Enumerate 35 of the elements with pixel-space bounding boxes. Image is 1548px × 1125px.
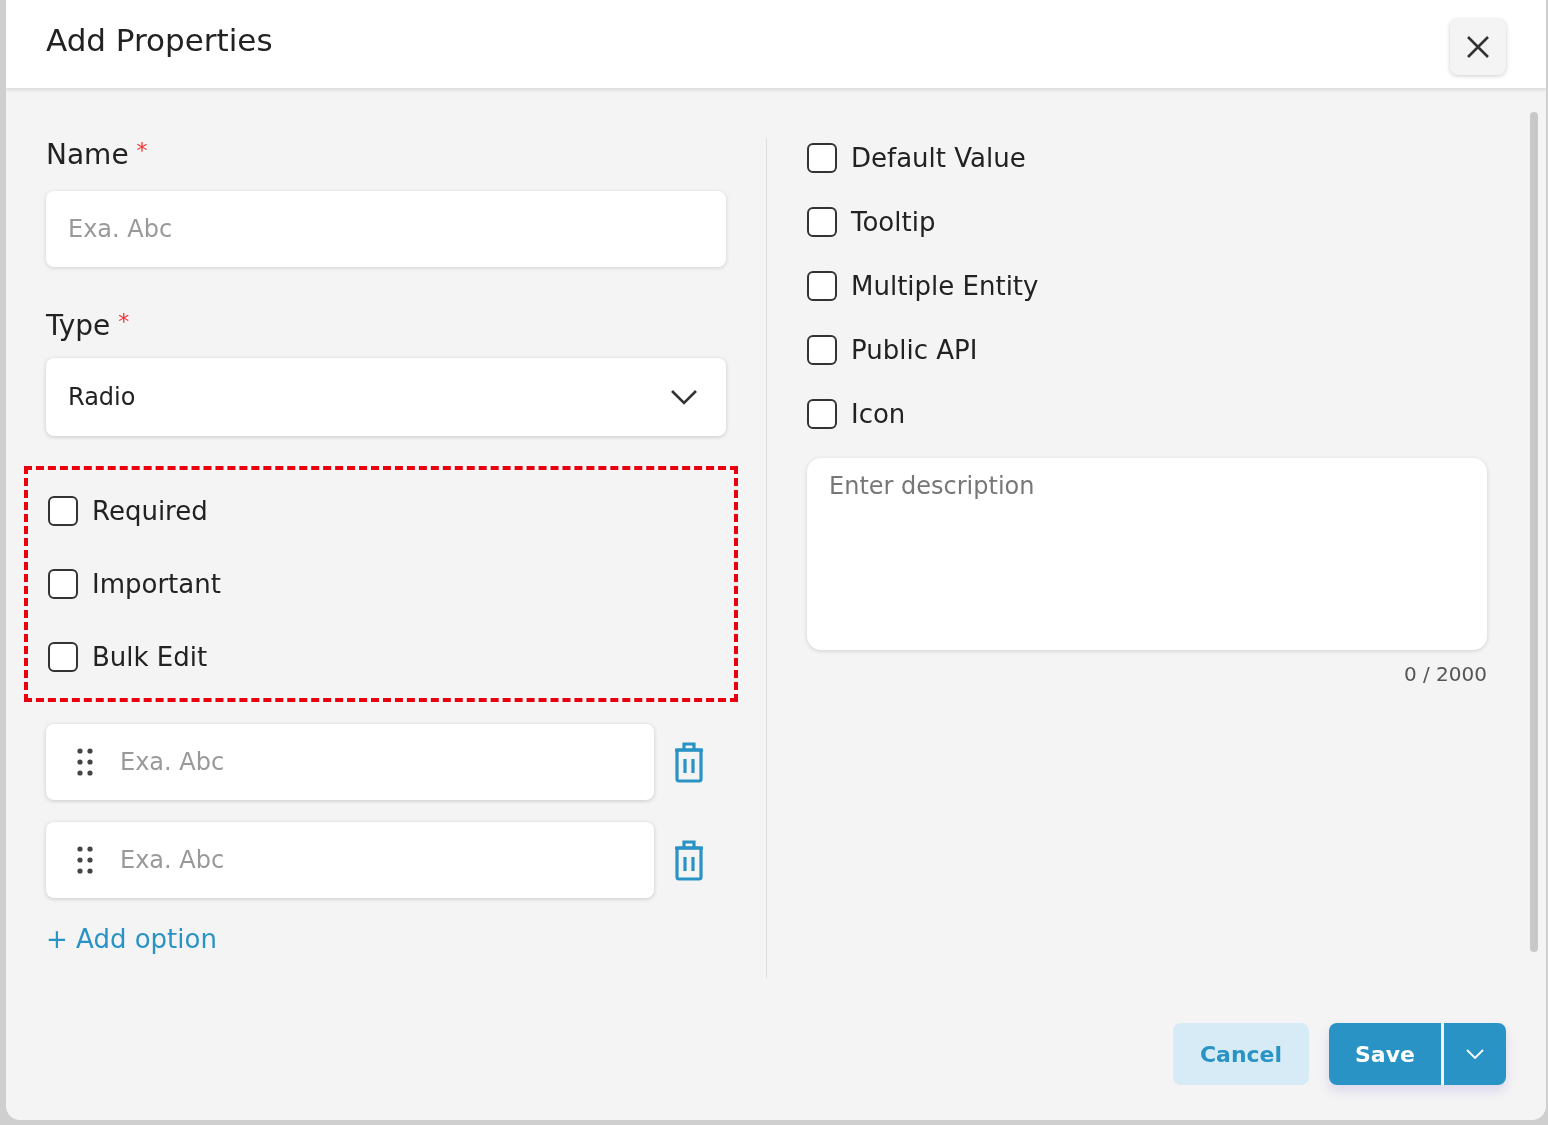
checkbox[interactable] [807,143,837,173]
checkbox-row[interactable]: Bulk Edit [48,642,734,673]
close-icon [1465,34,1491,60]
checkbox[interactable] [48,569,78,599]
field-label: Type [46,309,111,342]
checkbox-row[interactable]: Multiple Entity [807,254,1487,318]
drag-handle-icon[interactable] [76,747,94,777]
checkbox[interactable] [807,207,837,237]
chevron-down-icon [1465,1048,1485,1060]
character-counter: 0 / 2000 [1403,662,1487,686]
chevron-down-icon [670,388,698,406]
checkbox-row[interactable]: Tooltip [807,190,1487,254]
description-textarea[interactable]: Enter description [807,458,1487,650]
type-dropdown[interactable]: Radio [46,358,726,436]
close-button[interactable] [1450,19,1506,75]
required-mark: * [136,138,148,163]
checkbox-row[interactable]: Required [48,495,734,526]
checkbox-row[interactable]: Important [48,569,734,599]
drag-handle-icon[interactable] [76,845,94,875]
field-label: Name [46,138,129,171]
checkbox[interactable] [807,271,837,301]
required-mark: * [118,309,130,334]
option-input[interactable]: Exa. Abc [46,822,654,898]
option-input[interactable]: Exa. Abc [46,724,654,800]
checkbox[interactable] [807,335,837,365]
checkbox[interactable] [48,495,78,526]
checkbox-row[interactable]: Icon [807,382,1487,446]
dialog-title: Add Properties [46,22,273,58]
checkbox[interactable] [48,642,78,673]
checkbox[interactable] [807,399,837,429]
trash-icon[interactable] [672,741,706,783]
trash-icon[interactable] [672,839,706,881]
checkbox-row[interactable]: Default Value [807,126,1487,190]
checkbox-row[interactable]: Public API [807,318,1487,382]
name-input[interactable]: Exa. Abc [46,191,726,267]
